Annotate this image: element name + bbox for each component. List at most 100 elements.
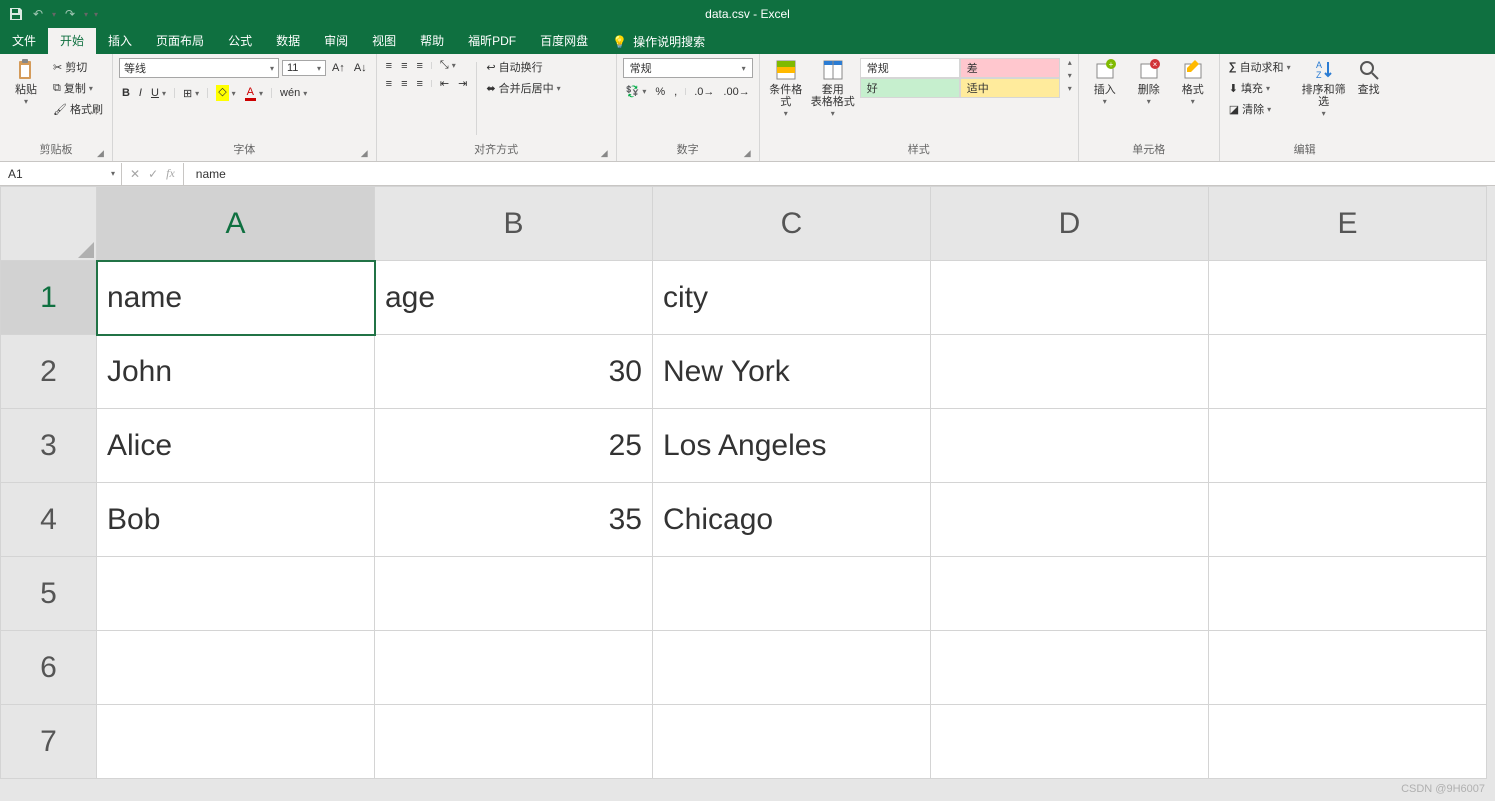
underline-button[interactable]: U▾ — [148, 86, 169, 100]
fill-button[interactable]: ⬇填充▾ — [1226, 79, 1294, 97]
format-painter-button[interactable]: 🖌格式刷 — [50, 100, 106, 118]
cell[interactable] — [375, 557, 653, 631]
cell[interactable] — [931, 705, 1209, 779]
worksheet-grid[interactable]: ABCDE1nameagecity2John30New York3Alice25… — [0, 186, 1495, 801]
cell[interactable]: John — [97, 335, 375, 409]
cell[interactable]: city — [653, 261, 931, 335]
align-top-button[interactable]: ≡ — [383, 59, 395, 73]
tab-review[interactable]: 审阅 — [312, 28, 360, 54]
fill-color-button[interactable]: ◇▾ — [213, 84, 238, 102]
cell[interactable]: Bob — [97, 483, 375, 557]
cell[interactable] — [375, 705, 653, 779]
cell[interactable] — [931, 557, 1209, 631]
cell[interactable]: 25 — [375, 409, 653, 483]
delete-cells-button[interactable]: ×删除▾ — [1129, 58, 1169, 107]
copy-button[interactable]: ⧉复制▾ — [50, 79, 106, 97]
row-header[interactable]: 4 — [1, 483, 97, 557]
comma-format-button[interactable]: , — [671, 85, 680, 99]
paste-button[interactable]: 粘贴 ▾ — [6, 58, 46, 107]
tell-me-search[interactable]: 💡 操作说明搜索 — [600, 29, 717, 54]
cell[interactable] — [1209, 705, 1487, 779]
style-normal[interactable]: 常规 — [860, 58, 960, 78]
dialog-launcher-icon[interactable]: ◢ — [601, 148, 608, 159]
cell[interactable] — [931, 631, 1209, 705]
tab-baidu-disk[interactable]: 百度网盘 — [528, 28, 600, 54]
tab-formulas[interactable]: 公式 — [216, 28, 264, 54]
cell[interactable] — [1209, 557, 1487, 631]
cell[interactable] — [1209, 631, 1487, 705]
percent-format-button[interactable]: % — [652, 85, 668, 99]
insert-function-icon[interactable]: fx — [166, 166, 175, 181]
conditional-format-button[interactable]: 条件格式▾ — [766, 58, 806, 119]
cell[interactable]: Los Angeles — [653, 409, 931, 483]
cell[interactable]: 30 — [375, 335, 653, 409]
tab-foxit-pdf[interactable]: 福昕PDF — [456, 28, 528, 54]
dialog-launcher-icon[interactable]: ◢ — [744, 148, 751, 159]
tab-insert[interactable]: 插入 — [96, 28, 144, 54]
column-header[interactable]: A — [97, 187, 375, 261]
cell[interactable]: New York — [653, 335, 931, 409]
cut-button[interactable]: ✂剪切 — [50, 58, 106, 76]
align-right-button[interactable]: ≡ — [414, 77, 426, 91]
enter-formula-icon[interactable]: ✓ — [148, 167, 158, 181]
cancel-formula-icon[interactable]: ✕ — [130, 167, 140, 181]
cell[interactable]: age — [375, 261, 653, 335]
align-center-button[interactable]: ≡ — [398, 77, 410, 91]
wrap-text-button[interactable]: ↩自动换行 — [483, 58, 563, 76]
save-icon[interactable] — [8, 6, 24, 22]
autosum-button[interactable]: ∑自动求和▾ — [1226, 58, 1294, 76]
increase-decimal-button[interactable]: .0→ — [691, 85, 717, 99]
cell[interactable] — [1209, 483, 1487, 557]
italic-button[interactable]: I — [136, 86, 145, 100]
cell[interactable] — [375, 631, 653, 705]
cell[interactable]: Chicago — [653, 483, 931, 557]
cell[interactable] — [1209, 409, 1487, 483]
column-header[interactable]: C — [653, 187, 931, 261]
cell[interactable] — [653, 705, 931, 779]
redo-menu-chevron[interactable]: ▾ — [84, 10, 88, 19]
sort-filter-button[interactable]: AZ 排序和筛选▾ — [1298, 58, 1350, 119]
row-header[interactable]: 1 — [1, 261, 97, 335]
redo-icon[interactable]: ↷ — [62, 7, 78, 21]
bold-button[interactable]: B — [119, 86, 133, 100]
orientation-button[interactable]: ⤡▾ — [437, 58, 459, 73]
styles-gallery-more[interactable]: ▾ — [1068, 84, 1072, 93]
row-header[interactable]: 5 — [1, 557, 97, 631]
column-header[interactable]: B — [375, 187, 653, 261]
select-all-corner[interactable] — [1, 187, 97, 261]
undo-menu-chevron[interactable]: ▾ — [52, 10, 56, 19]
align-left-button[interactable]: ≡ — [383, 77, 395, 91]
row-header[interactable]: 7 — [1, 705, 97, 779]
name-box[interactable]: A1▾ — [2, 163, 122, 185]
cell[interactable]: name — [97, 261, 375, 335]
font-color-button[interactable]: A▾ — [242, 85, 266, 102]
cell[interactable] — [653, 557, 931, 631]
dialog-launcher-icon[interactable]: ◢ — [361, 148, 368, 159]
merge-center-button[interactable]: ⬌合并后居中▾ — [483, 79, 563, 97]
cell[interactable] — [931, 335, 1209, 409]
format-as-table-button[interactable]: 套用 表格格式▾ — [810, 58, 856, 119]
tab-data[interactable]: 数据 — [264, 28, 312, 54]
decrease-decimal-button[interactable]: .00→ — [720, 85, 752, 99]
align-middle-button[interactable]: ≡ — [398, 59, 410, 73]
cell[interactable]: 35 — [375, 483, 653, 557]
decrease-font-button[interactable]: A↓ — [351, 61, 370, 75]
style-neutral[interactable]: 适中 — [960, 78, 1060, 98]
column-header[interactable]: E — [1209, 187, 1487, 261]
increase-indent-button[interactable]: ⇥ — [455, 76, 470, 91]
qat-customize-chevron[interactable]: ▾ — [94, 10, 98, 19]
accounting-format-button[interactable]: 💱▾ — [623, 84, 650, 99]
style-bad[interactable]: 差 — [960, 58, 1060, 78]
dialog-launcher-icon[interactable]: ◢ — [97, 148, 104, 159]
insert-cells-button[interactable]: +插入▾ — [1085, 58, 1125, 107]
tab-page-layout[interactable]: 页面布局 — [144, 28, 216, 54]
styles-scroll-up[interactable]: ▴ — [1068, 58, 1072, 67]
increase-font-button[interactable]: A↑ — [329, 61, 348, 75]
cell[interactable] — [931, 261, 1209, 335]
tab-file[interactable]: 文件 — [0, 28, 48, 54]
cell[interactable] — [1209, 335, 1487, 409]
phonetic-button[interactable]: wén▾ — [277, 86, 310, 100]
row-header[interactable]: 6 — [1, 631, 97, 705]
cell[interactable] — [931, 409, 1209, 483]
tab-view[interactable]: 视图 — [360, 28, 408, 54]
